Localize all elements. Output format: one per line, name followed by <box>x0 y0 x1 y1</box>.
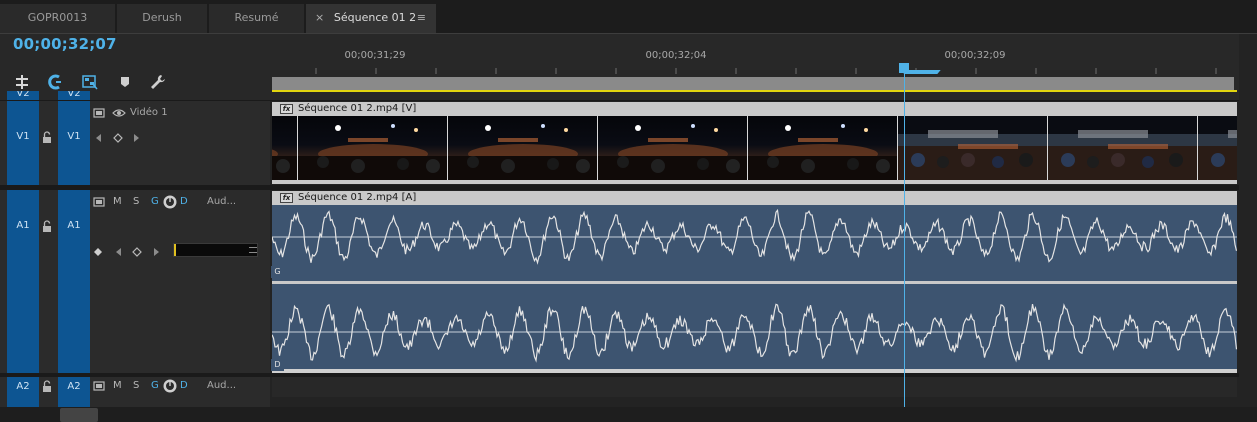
v2-target-toggle[interactable]: V2 <box>58 91 90 100</box>
a2-source-patch[interactable]: A2 <box>7 377 39 397</box>
track-label: V2 <box>67 91 81 99</box>
lock-icon[interactable] <box>39 220 55 234</box>
snap-icon[interactable] <box>14 74 30 90</box>
playhead-line[interactable] <box>904 72 905 407</box>
sync-lock-icon[interactable] <box>93 196 107 208</box>
track-label: A1 <box>67 220 81 231</box>
track-label: A2 <box>67 381 81 392</box>
a1-target-toggle[interactable]: A1 <box>58 190 90 373</box>
a1-source-patch[interactable]: A1 <box>7 190 39 373</box>
mute-button[interactable]: M <box>113 380 122 391</box>
tab-menu-icon[interactable]: ≡ <box>417 4 426 31</box>
video-clip-thumbnails[interactable] <box>272 116 1237 180</box>
a3-target-toggle[interactable] <box>58 397 90 407</box>
pan-knob-icon[interactable] <box>162 378 178 394</box>
tab-derush[interactable]: Derush <box>117 4 207 33</box>
video-clip-header[interactable]: fx Séquence 01 2.mp4 [V] <box>272 102 1237 116</box>
wrench-settings-icon[interactable] <box>150 74 166 90</box>
mute-button[interactable]: M <box>113 196 122 207</box>
a2-target-toggle[interactable]: A2 <box>58 377 90 397</box>
a1-track-name: Aud... <box>207 196 237 207</box>
fx-badge: fx <box>280 193 293 203</box>
linked-selection-icon[interactable] <box>47 74 63 90</box>
track-label: A2 <box>16 381 30 392</box>
work-area-line <box>272 90 1237 92</box>
audio-clip-header[interactable]: fx Séquence 01 2.mp4 [A] <box>272 191 1237 205</box>
a3-source-patch[interactable] <box>7 397 39 407</box>
voiceover-button[interactable]: D <box>180 196 188 207</box>
solo-button[interactable]: S <box>133 196 139 207</box>
prev-keyframe-icon <box>96 134 101 142</box>
time-ruler-ticks[interactable] <box>270 60 1237 78</box>
horizontal-scrollbar[interactable] <box>0 407 1257 422</box>
tab-label: Séquence 01 2 <box>333 11 417 24</box>
tab-sequence-01-2[interactable]: × Séquence 01 2 ≡ <box>306 4 436 33</box>
pan-knob-icon[interactable] <box>162 194 178 210</box>
a3-track-header <box>0 397 270 407</box>
audio-clip-title: Séquence 01 2.mp4 [A] <box>298 192 417 203</box>
keyframe-navigator <box>96 133 139 143</box>
video-clip-title: Séquence 01 2.mp4 [V] <box>298 103 417 114</box>
tab-label: Resumé <box>234 11 279 24</box>
keyframe-navigator <box>94 247 159 257</box>
track-label: V2 <box>16 91 30 99</box>
track-label: A1 <box>16 220 30 231</box>
lock-icon[interactable] <box>39 131 55 145</box>
tab-close-icon[interactable]: × <box>315 4 324 31</box>
a1-track-header <box>0 190 270 373</box>
lock-icon[interactable] <box>39 380 55 394</box>
volume-meter-tick <box>249 252 257 253</box>
add-keyframe-icon <box>113 133 123 143</box>
record-button[interactable]: G <box>151 380 159 391</box>
keyframe-toggle-icon <box>94 248 102 256</box>
tab-gopr0013[interactable]: GOPR0013 <box>0 4 115 33</box>
track-label: V1 <box>16 131 30 142</box>
vertical-scrollbar[interactable] <box>1239 34 1257 407</box>
volume-meter-level <box>174 244 176 256</box>
video-clip-bottom-edge <box>272 180 1237 184</box>
volume-meter <box>173 243 258 257</box>
v1-source-patch[interactable]: V1 <box>7 101 39 185</box>
volume-meter-tick <box>249 247 257 248</box>
eye-icon[interactable] <box>112 107 126 119</box>
playhead-timecode[interactable]: 00;00;32;07 <box>13 35 117 53</box>
tab-label: GOPR0013 <box>27 11 88 24</box>
a2-track-area[interactable] <box>272 377 1237 397</box>
fx-badge: fx <box>280 104 293 114</box>
next-keyframe-icon <box>134 134 139 142</box>
audio-waveform <box>272 208 1237 363</box>
tab-resume[interactable]: Resumé <box>209 4 304 33</box>
record-button[interactable]: G <box>151 196 159 207</box>
v1-track-name: Vidéo 1 <box>130 107 168 118</box>
add-keyframe-icon <box>132 247 142 257</box>
solo-button[interactable]: S <box>133 380 139 391</box>
next-keyframe-icon <box>154 248 159 256</box>
voiceover-button[interactable]: D <box>180 380 188 391</box>
v2-source-patch[interactable]: V2 <box>7 91 39 100</box>
tab-label: Derush <box>142 11 182 24</box>
add-marker-icon[interactable] <box>117 74 133 90</box>
a2-track-name: Aud... <box>207 380 237 391</box>
work-area-bar[interactable] <box>272 77 1234 90</box>
insert-sequence-icon[interactable] <box>82 74 98 90</box>
v1-target-toggle[interactable]: V1 <box>58 101 90 185</box>
sync-lock-icon[interactable] <box>93 107 107 119</box>
track-label: V1 <box>67 131 81 142</box>
sync-lock-icon[interactable] <box>93 380 107 392</box>
prev-keyframe-icon <box>116 248 121 256</box>
scrollbar-thumb[interactable] <box>60 408 98 422</box>
